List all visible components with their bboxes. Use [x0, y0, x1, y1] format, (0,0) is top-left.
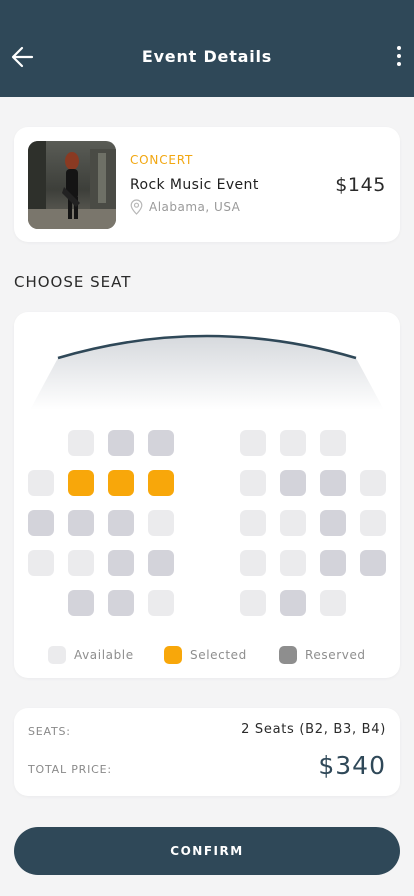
seat-right-A1[interactable]	[240, 430, 266, 456]
seat-left-B3[interactable]	[108, 470, 134, 496]
seat-left-A3	[108, 430, 134, 456]
seat-right-B4[interactable]	[360, 470, 386, 496]
seat-right-C2[interactable]	[280, 510, 306, 536]
event-title: Rock Music Event	[130, 177, 259, 193]
event-card[interactable]: CONCERT Rock Music Event Alabama, USA $1…	[14, 127, 400, 242]
more-options-button[interactable]	[392, 44, 406, 70]
seat-left-C3	[108, 510, 134, 536]
booking-summary-card: SEATS: 2 Seats (B2, B3, B4) TOTAL PRICE:…	[14, 708, 400, 796]
seat-right-B1[interactable]	[240, 470, 266, 496]
legend-available: Available	[48, 646, 134, 664]
seat-right-C3	[320, 510, 346, 536]
location-pin-icon	[130, 199, 143, 215]
choose-seat-heading: CHOOSE SEAT	[14, 273, 132, 291]
seat-right-E2	[280, 590, 306, 616]
seat-left-D3	[108, 550, 134, 576]
seat-right-E1[interactable]	[240, 590, 266, 616]
seat-legend: Available Selected Reserved	[14, 646, 400, 666]
seat-left-B2[interactable]	[68, 470, 94, 496]
total-price-value: $340	[318, 751, 386, 780]
legend-reserved: Reserved	[279, 646, 366, 664]
seat-left-E3	[108, 590, 134, 616]
seat-left-A4	[148, 430, 174, 456]
seat-left-D2[interactable]	[68, 550, 94, 576]
screen-shape	[30, 334, 384, 410]
page-title: Event Details	[141, 47, 273, 66]
seat-right-E3[interactable]	[320, 590, 346, 616]
legend-selected: Selected	[164, 646, 247, 664]
seat-left-B4[interactable]	[148, 470, 174, 496]
seat-left-E2	[68, 590, 94, 616]
app-header: Event Details	[0, 0, 414, 97]
seat-right-D4	[360, 550, 386, 576]
event-location: Alabama, USA	[130, 199, 240, 215]
legend-selected-label: Selected	[190, 648, 247, 662]
seat-right-C1[interactable]	[240, 510, 266, 536]
seats-value: 2 Seats (B2, B3, B4)	[241, 722, 386, 737]
seat-left-C4[interactable]	[148, 510, 174, 536]
seat-left-C1	[28, 510, 54, 536]
more-vertical-icon	[392, 46, 406, 66]
legend-available-swatch	[48, 646, 66, 664]
seat-left-D1[interactable]	[28, 550, 54, 576]
event-image	[28, 141, 116, 229]
seat-right-D3	[320, 550, 346, 576]
event-location-text: Alabama, USA	[149, 200, 241, 214]
seat-map-card: Available Selected Reserved	[14, 312, 400, 678]
total-price-label: TOTAL PRICE:	[28, 763, 112, 776]
seat-right-B3	[320, 470, 346, 496]
seat-left-A2[interactable]	[68, 430, 94, 456]
seat-right-D2[interactable]	[280, 550, 306, 576]
seat-right-A3[interactable]	[320, 430, 346, 456]
event-price: $145	[335, 174, 386, 196]
legend-reserved-label: Reserved	[305, 648, 366, 662]
seat-left-D4	[148, 550, 174, 576]
seat-right-B2	[280, 470, 306, 496]
seat-left-E4[interactable]	[148, 590, 174, 616]
event-category: CONCERT	[130, 153, 194, 167]
seat-left-B1[interactable]	[28, 470, 54, 496]
seat-left-C2	[68, 510, 94, 536]
legend-selected-swatch	[164, 646, 182, 664]
seat-right-D1[interactable]	[240, 550, 266, 576]
seat-right-A2[interactable]	[280, 430, 306, 456]
confirm-button[interactable]: CONFIRM	[14, 827, 400, 875]
legend-available-label: Available	[74, 648, 134, 662]
legend-reserved-swatch	[279, 646, 297, 664]
seats-label: SEATS:	[28, 725, 71, 738]
seat-right-C4[interactable]	[360, 510, 386, 536]
